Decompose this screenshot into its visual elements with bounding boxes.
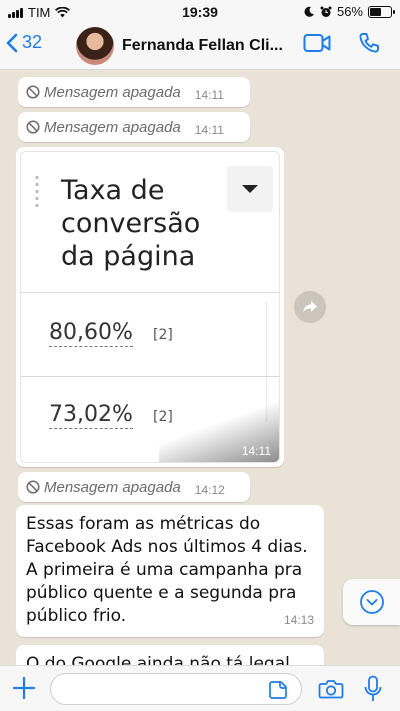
message-time: 14:11	[241, 444, 271, 458]
deleted-message[interactable]: Mensagem apagada 14:11	[18, 112, 250, 142]
status-right: 56%	[304, 4, 395, 19]
message-time: 14:13	[283, 613, 314, 627]
video-call-icon[interactable]	[303, 32, 331, 54]
forward-icon	[303, 301, 317, 313]
forward-button[interactable]	[294, 291, 326, 323]
text-message[interactable]: Essas foram as métricas do Facebook Ads …	[16, 505, 324, 637]
battery-level	[370, 7, 382, 16]
message-text: O do Google ainda não tá legal,	[26, 654, 296, 665]
image-message[interactable]: Taxa de conversão da página 80,60% [2] 7…	[16, 147, 284, 467]
image-title: Taxa de conversão da página	[61, 175, 201, 272]
status-bar: TIM 19:39 56%	[0, 0, 400, 24]
blocked-icon	[26, 480, 40, 494]
dropdown-arrow-icon	[227, 166, 273, 212]
message-time: 14:11	[194, 123, 224, 137]
scroll-down-button[interactable]	[343, 579, 400, 625]
text-message[interactable]: O do Google ainda não tá legal,	[16, 645, 324, 665]
battery-percent: 56%	[336, 4, 363, 19]
unread-count: 32	[22, 32, 43, 52]
message-input[interactable]	[50, 673, 302, 705]
plus-icon[interactable]	[12, 676, 36, 700]
message-time: 14:11	[194, 88, 224, 102]
blocked-icon	[26, 120, 40, 134]
sticker-icon[interactable]	[268, 680, 288, 700]
camera-icon[interactable]	[318, 678, 344, 700]
chevron-down-icon	[359, 590, 384, 614]
alarm-icon	[320, 6, 332, 17]
image-content[interactable]: Taxa de conversão da página 80,60% [2] 7…	[20, 151, 280, 463]
drag-handle-icon	[35, 174, 39, 210]
message-time: 14:12	[194, 483, 225, 497]
chevron-left-icon	[6, 33, 18, 52]
divider	[21, 292, 279, 293]
metric-value: 73,02%	[49, 402, 133, 429]
back-button[interactable]: 32	[6, 32, 42, 53]
chat-header: 32 Fernanda Fellan Cli...	[0, 24, 400, 70]
avatar[interactable]	[76, 27, 114, 65]
message-text: Essas foram as métricas do Facebook Ads …	[26, 514, 308, 626]
moon-icon	[304, 6, 314, 17]
deleted-label: Mensagem apagada	[44, 118, 181, 136]
blocked-icon	[26, 85, 40, 99]
deleted-label: Mensagem apagada	[44, 83, 181, 101]
metric-value: 80,60%	[49, 320, 133, 347]
battery-icon	[368, 5, 395, 18]
metric-reference: [2]	[153, 327, 173, 343]
divider	[21, 376, 279, 377]
microphone-icon[interactable]	[364, 675, 382, 703]
chat-area[interactable]: Mensagem apagada 14:11 Mensagem apagada …	[0, 71, 400, 665]
deleted-message[interactable]: Mensagem apagada 14:12	[18, 472, 250, 502]
deleted-label: Mensagem apagada	[44, 478, 181, 496]
contact-name[interactable]: Fernanda Fellan Cli...	[122, 37, 294, 55]
deleted-message[interactable]: Mensagem apagada 14:11	[18, 77, 250, 107]
input-bar	[0, 665, 400, 711]
phone-call-icon[interactable]	[358, 32, 380, 54]
